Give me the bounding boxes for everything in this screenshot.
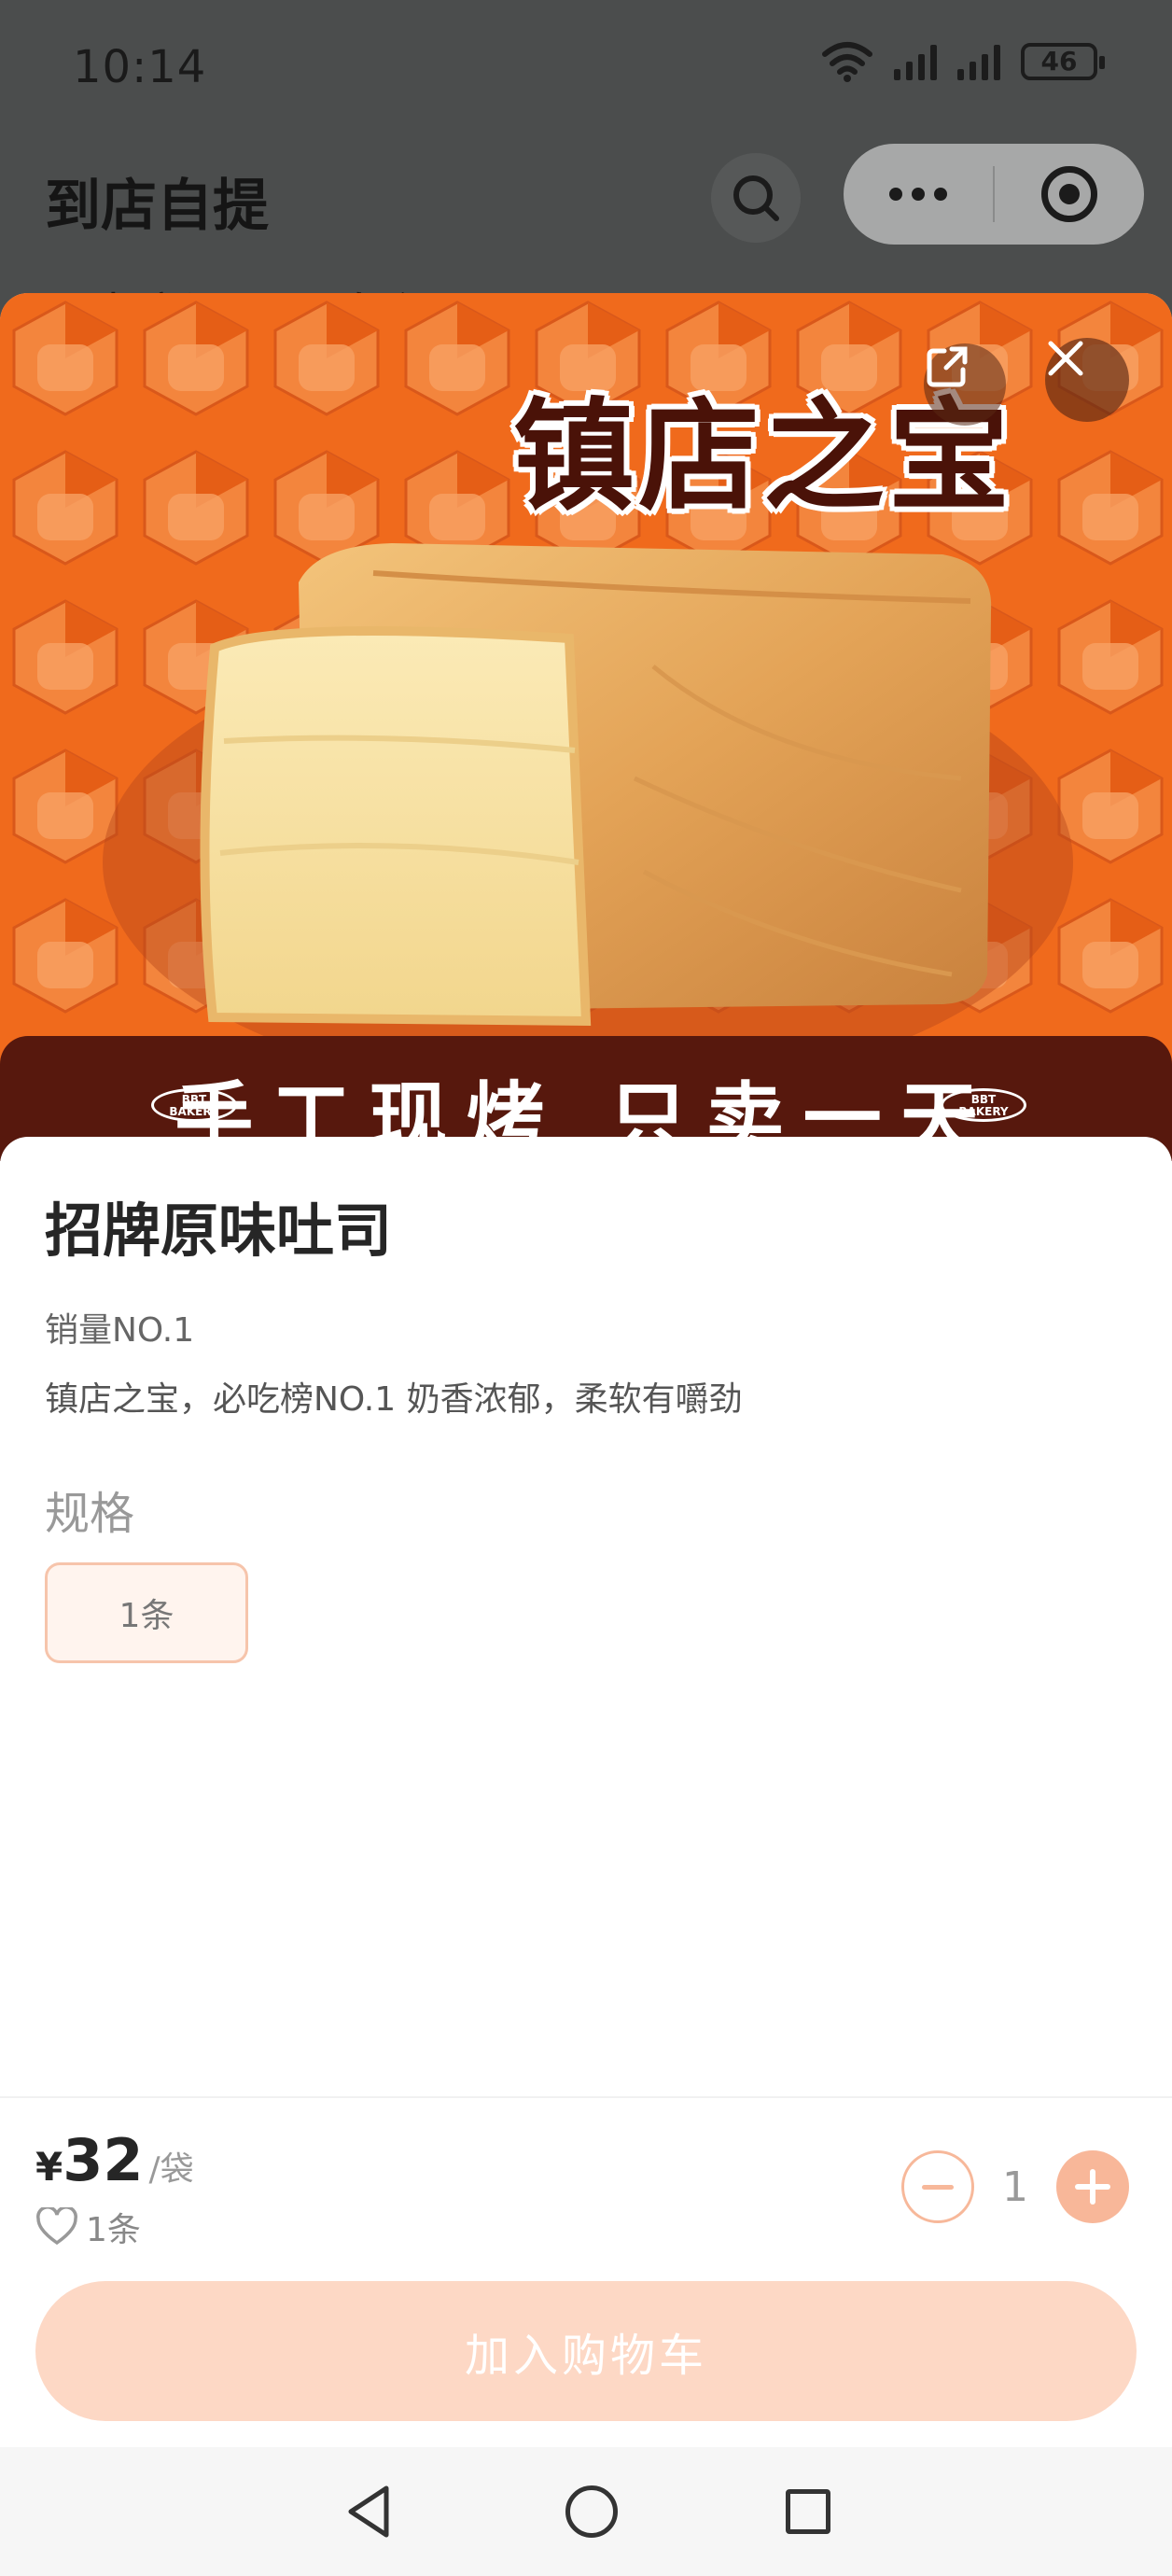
close-button[interactable] xyxy=(1045,338,1129,422)
spec-title: 规格 xyxy=(45,1488,135,1540)
target-icon xyxy=(1041,166,1097,222)
product-info: 招牌原味吐司 销量NO.1 镇店之宝，必吃榜NO.1 奶香浓郁，柔软有嚼劲 规格… xyxy=(0,1137,1172,2163)
page-title: 到店自提 xyxy=(45,174,269,239)
favorite-button[interactable]: 1条 xyxy=(35,2203,141,2251)
add-to-cart-button[interactable]: 加入购物车 xyxy=(35,2281,1137,2421)
status-icons: 46 xyxy=(821,41,1105,82)
status-bar: 10:14 46 xyxy=(0,0,1172,140)
heart-icon xyxy=(36,2207,77,2246)
close-program-button[interactable] xyxy=(995,166,1144,222)
purchase-bar: ¥ 32 /袋 1条 1 加入购物车 xyxy=(0,2096,1172,2447)
recent-apps-icon[interactable] xyxy=(786,2489,830,2534)
search-button[interactable] xyxy=(711,153,801,243)
price: ¥ 32 /袋 xyxy=(35,2126,194,2194)
signal-icon xyxy=(957,43,1000,80)
more-icon[interactable] xyxy=(844,144,993,245)
product-description: 镇店之宝，必吃榜NO.1 奶香浓郁，柔软有嚼劲 xyxy=(45,1380,743,1419)
sales-tag: 销量NO.1 xyxy=(45,1311,195,1350)
selected-spec-label: 1条 xyxy=(86,2211,141,2249)
battery-icon: 46 xyxy=(1021,43,1105,80)
product-hero-image: 镇店之宝 BBT BAKERY 手工现烤 只卖一天 BBT BAKERY xyxy=(0,293,1172,1161)
search-icon xyxy=(733,175,779,221)
spec-option-1[interactable]: 1条 xyxy=(45,1562,248,1663)
minus-icon[interactable] xyxy=(901,2150,974,2223)
signal-icon xyxy=(894,43,937,80)
quantity-value: 1 xyxy=(1002,2163,1028,2211)
wifi-icon xyxy=(822,42,872,82)
plus-icon[interactable] xyxy=(1056,2150,1129,2223)
home-icon[interactable] xyxy=(565,2485,618,2538)
app-header: 到店自提 日报新百可以自主 xyxy=(0,140,1172,343)
back-icon[interactable] xyxy=(342,2483,398,2541)
share-icon xyxy=(927,346,968,387)
price-value: 32 xyxy=(63,2126,144,2194)
bakery-logo: BBT BAKERY xyxy=(941,1088,1026,1122)
product-name: 招牌原味吐司 xyxy=(45,1197,393,1265)
system-nav-bar xyxy=(0,2447,1172,2576)
product-sheet: 镇店之宝 BBT BAKERY 手工现烤 只卖一天 BBT BAKERY 招牌原味吐… xyxy=(0,293,1172,2447)
share-button[interactable] xyxy=(924,343,1006,426)
status-time: 10:14 xyxy=(73,41,207,93)
mini-program-capsule xyxy=(844,144,1144,245)
price-currency: ¥ xyxy=(35,2144,63,2190)
price-unit: /袋 xyxy=(148,2150,194,2189)
quantity-stepper: 1 xyxy=(901,2150,1129,2223)
close-icon xyxy=(1048,341,1083,376)
